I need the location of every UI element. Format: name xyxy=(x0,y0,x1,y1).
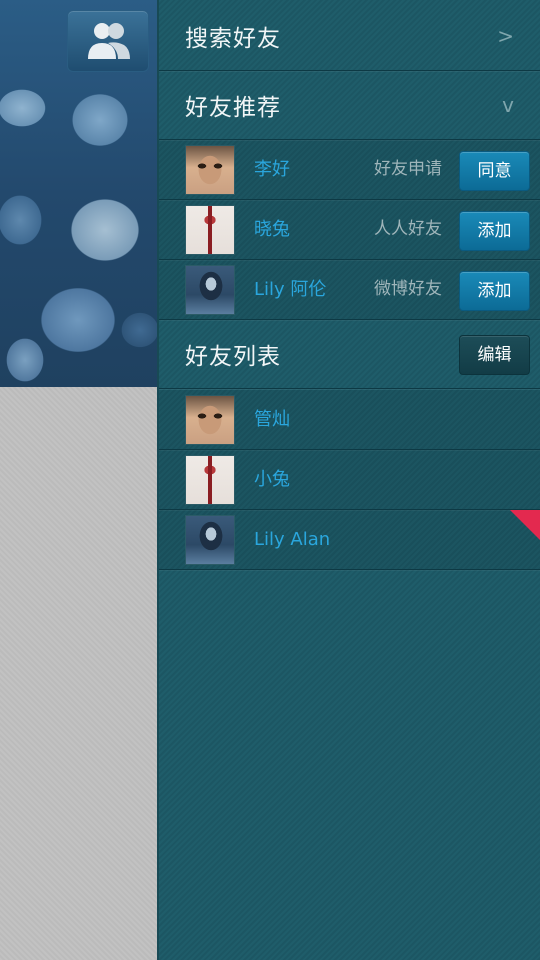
friend-recommend-header[interactable]: 好友推荐 v xyxy=(159,71,540,140)
add-friend-button[interactable]: 添加 xyxy=(459,211,530,251)
avatar xyxy=(185,455,235,505)
recommend-name[interactable]: 李好 xyxy=(254,140,290,199)
contacts-toggle-button[interactable] xyxy=(67,10,149,72)
friend-row[interactable]: 管灿 xyxy=(159,390,540,450)
rabbit-avatar-image xyxy=(186,456,234,504)
recommend-source: 人人好友 xyxy=(374,219,442,239)
avatar xyxy=(185,515,235,565)
chevron-down-icon: v xyxy=(502,93,514,117)
friend-name: Lily Alan xyxy=(254,529,331,550)
search-friends-row[interactable]: 搜索好友 > xyxy=(159,2,540,71)
background-texture xyxy=(0,387,157,960)
selected-flag-marker xyxy=(510,510,540,540)
friend-name: 小兔 xyxy=(254,469,290,490)
recommend-name[interactable]: Lily 阿伦 xyxy=(254,260,326,319)
friend-row[interactable]: Lily Alan xyxy=(159,510,540,570)
chevron-right-icon: > xyxy=(497,24,514,48)
recommend-row: 晓兔 人人好友 添加 xyxy=(159,200,540,260)
man-avatar-image xyxy=(186,146,234,194)
friends-panel: 搜索好友 > 好友推荐 v 李好 好友申请 同意 晓兔 人人好友 添加 Lily… xyxy=(157,0,540,960)
friend-list-header: 好友列表 编辑 xyxy=(159,320,540,389)
recommend-name[interactable]: 晓兔 xyxy=(254,200,290,259)
rabbit-avatar-image xyxy=(186,206,234,254)
recommend-row: 李好 好友申请 同意 xyxy=(159,140,540,200)
accept-button[interactable]: 同意 xyxy=(459,151,530,191)
friend-row[interactable]: 小兔 xyxy=(159,450,540,510)
search-friends-label: 搜索好友 xyxy=(185,26,281,52)
recommend-row: Lily 阿伦 微博好友 添加 xyxy=(159,260,540,320)
contacts-icon xyxy=(88,23,130,59)
man-avatar-image xyxy=(186,396,234,444)
add-friend-button[interactable]: 添加 xyxy=(459,271,530,311)
avatar xyxy=(185,395,235,445)
girl-avatar-image xyxy=(186,516,234,564)
recommend-source: 微博好友 xyxy=(374,279,442,299)
avatar xyxy=(185,205,235,255)
friend-list-title: 好友列表 xyxy=(185,344,281,370)
girl-avatar-image xyxy=(186,266,234,314)
edit-button[interactable]: 编辑 xyxy=(459,335,530,375)
friend-recommend-title: 好友推荐 xyxy=(185,95,281,121)
friend-name: 管灿 xyxy=(254,409,290,430)
avatar xyxy=(185,145,235,195)
recommend-source: 好友申请 xyxy=(374,159,442,179)
avatar xyxy=(185,265,235,315)
